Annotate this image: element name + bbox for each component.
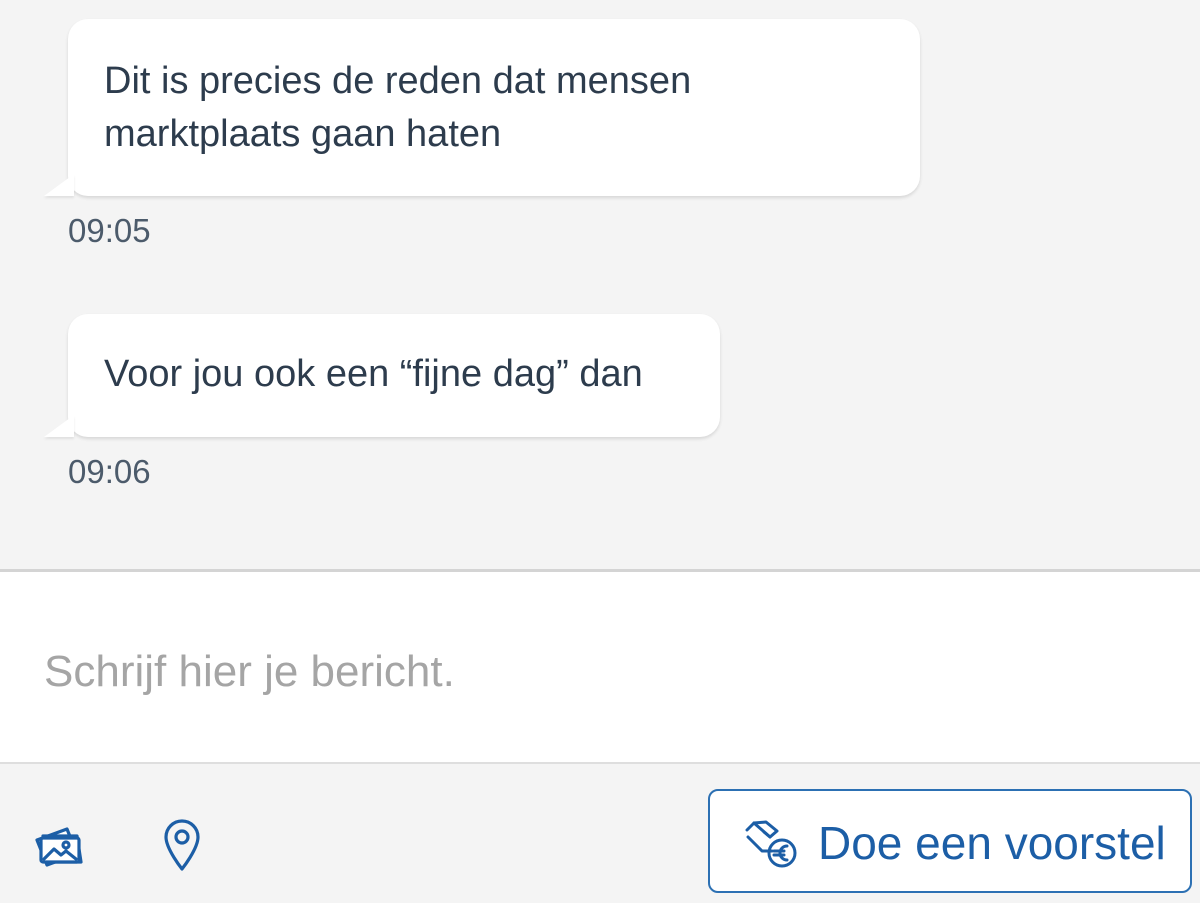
location-pin-icon[interactable] xyxy=(162,818,202,872)
message-bubble: Voor jou ook een “fijne dag” dan xyxy=(44,314,720,437)
message-text: Dit is precies de reden dat mensen markt… xyxy=(104,60,692,155)
composer-toolbar: Doe een voorstel xyxy=(0,764,1200,903)
message-timestamp: 09:05 xyxy=(68,212,151,249)
message-timestamp: 09:06 xyxy=(68,453,151,490)
photo-gallery-icon[interactable] xyxy=(33,824,85,868)
message-bubble: Dit is precies de reden dat mensen markt… xyxy=(44,19,920,196)
bubble-tail xyxy=(44,415,74,437)
message-list: Dit is precies de reden dat mensen markt… xyxy=(0,0,1200,570)
hand-euro-icon xyxy=(744,815,800,871)
bubble-tail xyxy=(44,174,74,196)
message-input[interactable] xyxy=(44,642,1144,702)
message-text: Voor jou ook een “fijne dag” dan xyxy=(104,353,643,395)
message-composer xyxy=(0,572,1200,762)
make-offer-button[interactable]: Doe een voorstel xyxy=(708,789,1192,893)
make-offer-label: Doe een voorstel xyxy=(818,817,1166,869)
